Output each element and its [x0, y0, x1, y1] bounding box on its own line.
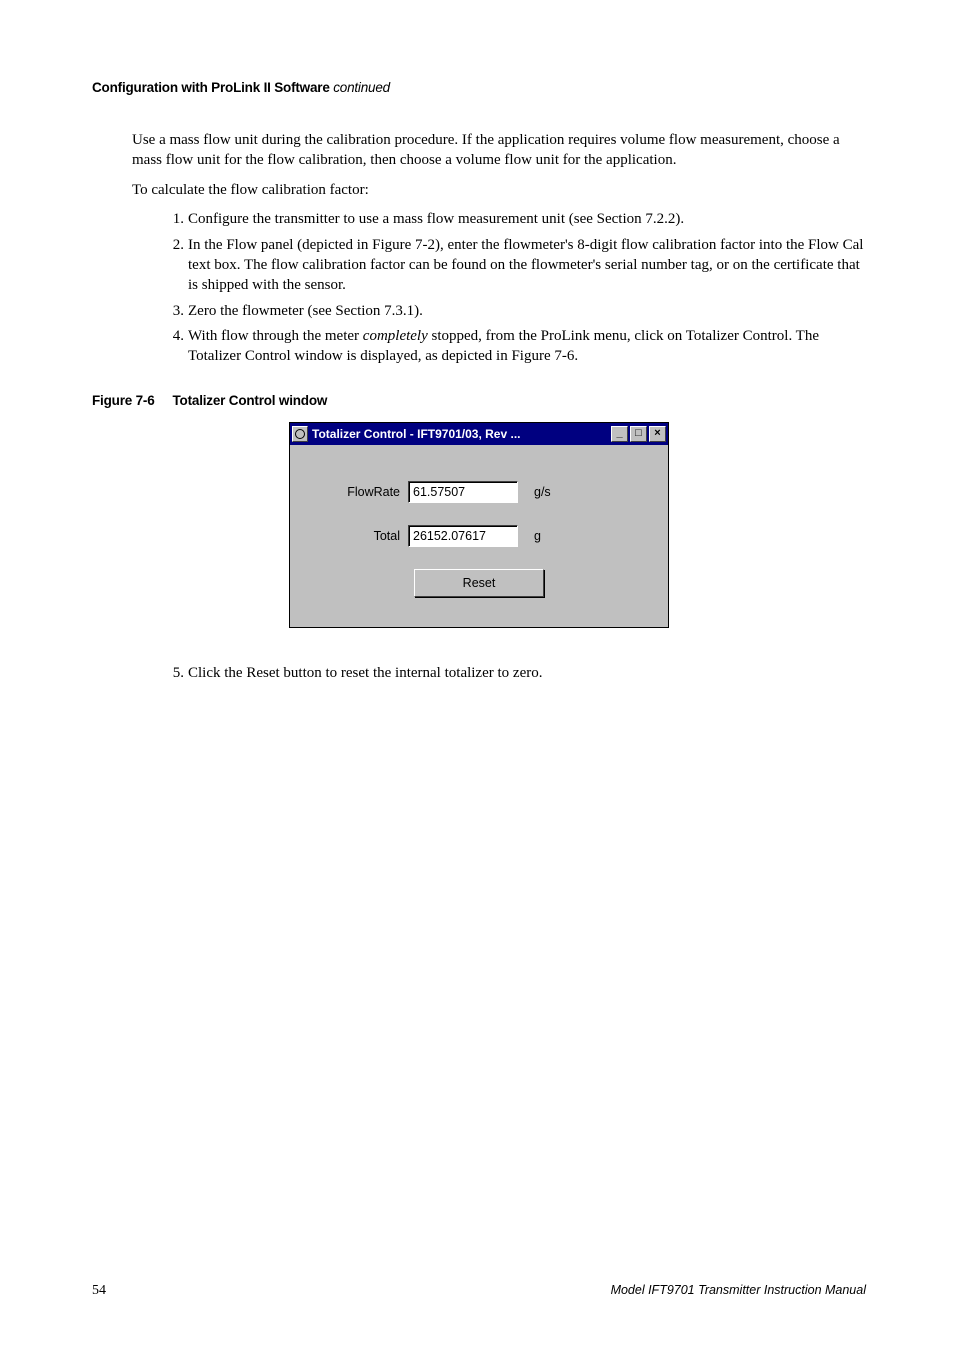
step-4-text-b: completely: [363, 328, 428, 344]
page-footer: 54 Model IFT9701 Transmitter Instruction…: [92, 1283, 866, 1299]
paragraph-lead: To calculate the flow calibration factor…: [132, 181, 866, 201]
header-continued: continued: [330, 80, 390, 95]
step-3-number: 3.: [164, 302, 184, 322]
window-titlebar[interactable]: Totalizer Control - IFT9701/03, Rev ... …: [290, 423, 668, 445]
step-1-number: 1.: [164, 210, 184, 230]
reset-button[interactable]: Reset: [414, 569, 544, 597]
system-menu-icon[interactable]: [292, 426, 308, 442]
totalizer-window: Totalizer Control - IFT9701/03, Rev ... …: [289, 422, 669, 628]
step-4-text-a: With flow through the meter: [188, 328, 363, 344]
minimize-icon[interactable]: _: [611, 426, 628, 442]
flowrate-label: FlowRate: [308, 485, 408, 499]
step-4: 4.With flow through the meter completely…: [188, 327, 866, 367]
figure-caption: Figure 7-6 Totalizer Control window: [92, 393, 866, 408]
paragraph-intro: Use a mass flow unit during the calibrat…: [132, 131, 866, 171]
window-body: FlowRate g/s Total g Reset: [290, 445, 668, 627]
step-1: 1.Configure the transmitter to use a mas…: [188, 210, 866, 230]
step-5-text: Click the Reset button to reset the inte…: [188, 665, 542, 681]
step-5-number: 5.: [164, 664, 184, 684]
figure-number: Figure 7-6: [92, 393, 155, 408]
total-row: Total g: [308, 525, 650, 547]
step-2: 2.In the Flow panel (depicted in Figure …: [188, 236, 866, 295]
step-4-number: 4.: [164, 327, 184, 347]
maximize-icon[interactable]: □: [630, 426, 647, 442]
figure-title: Totalizer Control window: [173, 393, 328, 408]
step-3: 3.Zero the flowmeter (see Section 7.3.1)…: [188, 302, 866, 322]
total-input[interactable]: [408, 525, 518, 547]
total-label: Total: [308, 529, 408, 543]
step-2-number: 2.: [164, 236, 184, 256]
flowrate-unit: g/s: [534, 485, 551, 499]
step-1-text: Configure the transmitter to use a mass …: [188, 211, 684, 227]
step-2-text: In the Flow panel (depicted in Figure 7-…: [188, 237, 863, 293]
running-header: Configuration with ProLink II Software c…: [92, 80, 866, 95]
step-3-text: Zero the flowmeter (see Section 7.3.1).: [188, 303, 423, 319]
window-title: Totalizer Control - IFT9701/03, Rev ...: [312, 427, 611, 441]
flowrate-input[interactable]: [408, 481, 518, 503]
manual-title: Model IFT9701 Transmitter Instruction Ma…: [611, 1283, 866, 1299]
step-5: 5.Click the Reset button to reset the in…: [188, 664, 866, 684]
total-unit: g: [534, 529, 541, 543]
page-number: 54: [92, 1283, 106, 1299]
close-icon[interactable]: ×: [649, 426, 666, 442]
flowrate-row: FlowRate g/s: [308, 481, 650, 503]
header-title: Configuration with ProLink II Software: [92, 80, 330, 95]
